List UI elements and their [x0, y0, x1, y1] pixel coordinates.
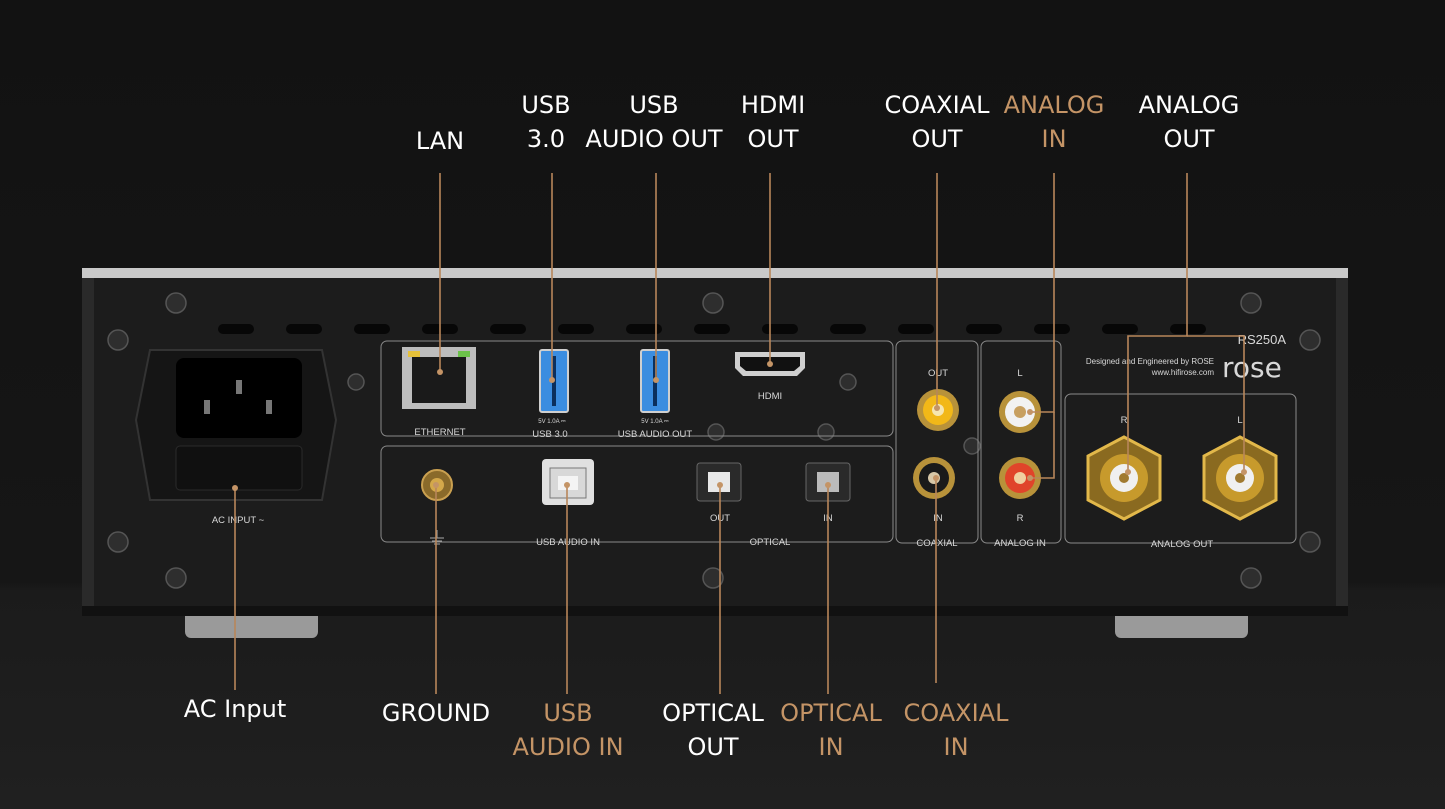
vent-slots — [218, 324, 1206, 334]
ac-input-panel-label: AC INPUT ~ — [212, 515, 265, 526]
callout-hdmi-out-line1: HDMI — [740, 91, 806, 119]
analog-out-right-terminal — [1086, 435, 1162, 521]
callout-optical-in-line2: IN — [818, 733, 844, 761]
hdmi-panel-label: HDMI — [758, 391, 782, 402]
callout-optical-in: OPTICAL IN — [770, 696, 892, 764]
usb-audio-out-panel-label: USB AUDIO OUT — [618, 429, 693, 440]
tagline-line-1: Designed and Engineered by ROSE — [1086, 357, 1214, 366]
analog-in-r-panel-label: R — [1017, 513, 1024, 524]
callout-analog-out-line2: OUT — [1163, 125, 1215, 153]
callout-ac-input: AC Input — [165, 692, 305, 726]
callout-hdmi-out-line2: OUT — [747, 125, 799, 153]
callout-analog-out: ANALOG OUT — [1131, 88, 1247, 156]
callout-lan: LAN — [390, 124, 490, 158]
tagline-line-2: www.hifirose.com — [1151, 368, 1215, 377]
ac-inlet — [134, 349, 338, 501]
callout-coaxial-in-line2: IN — [943, 733, 969, 761]
callout-usb-audio-out-line2: AUDIO OUT — [585, 125, 723, 153]
callout-usb-audio-out-line1: USB — [629, 91, 679, 119]
callout-coaxial-out-line1: COAXIAL — [884, 91, 990, 119]
callout-ground: GROUND — [376, 696, 496, 730]
callout-usb3-line1: USB — [521, 91, 571, 119]
usb-audio-in-port — [542, 459, 594, 505]
analog-in-l-panel-label: L — [1017, 368, 1022, 379]
model-label: RS250A — [1238, 332, 1287, 347]
callout-ground-line1: GROUND — [381, 699, 491, 727]
coaxial-out-panel-label: OUT — [928, 368, 948, 379]
brand-logo: rose — [1222, 351, 1282, 384]
callout-usb-audio-out: USB AUDIO OUT — [584, 88, 724, 156]
analog-out-left-terminal — [1202, 435, 1278, 521]
callout-analog-in-line1: ANALOG — [1003, 91, 1105, 119]
optical-out-port — [696, 462, 742, 502]
usb3-panel-label: USB 3.0 — [532, 429, 567, 440]
callout-usb3: USB 3.0 — [496, 88, 596, 156]
analog-out-panel-label: ANALOG OUT — [1151, 539, 1213, 550]
coaxial-in-panel-label: IN — [933, 513, 943, 524]
callout-analog-out-line1: ANALOG — [1138, 91, 1240, 119]
ethernet-panel-label: ETHERNET — [414, 427, 465, 438]
callout-lan-line1: LAN — [415, 127, 465, 155]
analog-out-l-panel-label: L — [1237, 415, 1242, 426]
analog-out-r-panel-label: R — [1121, 415, 1128, 426]
usb-audio-in-panel-label: USB AUDIO IN — [536, 537, 600, 548]
callout-optical-out: OPTICAL OUT — [652, 696, 774, 764]
callout-optical-out-line1: OPTICAL — [662, 699, 764, 727]
callout-ac-input-line1: AC Input — [183, 695, 287, 723]
callout-optical-in-line1: OPTICAL — [780, 699, 882, 727]
callout-usb-audio-in: USB AUDIO IN — [508, 696, 628, 764]
coaxial-panel-label: COAXIAL — [916, 538, 957, 549]
callout-coaxial-out-line2: OUT — [911, 125, 963, 153]
ethernet-port — [402, 347, 476, 409]
callout-coaxial-in-line1: COAXIAL — [903, 699, 1009, 727]
callout-analog-in-line2: IN — [1041, 125, 1067, 153]
callout-hdmi-out: HDMI OUT — [723, 88, 823, 156]
usb3-spec-label: 5V 1.0A ⎓ — [538, 419, 566, 425]
optical-panel-label: OPTICAL — [750, 537, 791, 548]
callout-coaxial-in: COAXIAL IN — [894, 696, 1018, 764]
callout-optical-out-line2: OUT — [687, 733, 739, 761]
callout-usb-audio-in-line1: USB — [543, 699, 593, 727]
usb-audio-out-spec-label: 5V 1.0A ⎓ — [641, 419, 669, 425]
callout-usb3-line2: 3.0 — [526, 125, 566, 153]
callout-coaxial-out: COAXIAL OUT — [874, 88, 1000, 156]
analog-in-panel-label: ANALOG IN — [994, 538, 1046, 549]
callout-analog-in: ANALOG IN — [996, 88, 1112, 156]
callout-usb-audio-in-line2: AUDIO IN — [512, 733, 624, 761]
